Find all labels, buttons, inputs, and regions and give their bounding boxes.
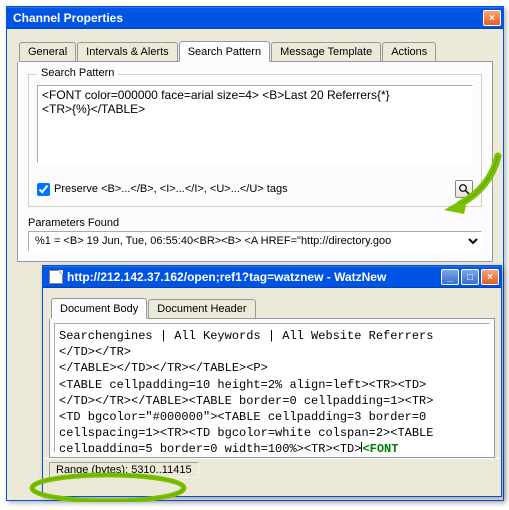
tab-general[interactable]: General [19,42,76,61]
tab-message-template[interactable]: Message Template [271,42,381,61]
magnify-button[interactable] [455,180,473,198]
tab-document-body[interactable]: Document Body [51,298,147,319]
tab-search-pattern[interactable]: Search Pattern [179,41,270,62]
body-prefix: Searchengines | All Keywords | All Websi… [59,329,433,453]
preserve-tags-checkbox[interactable] [37,183,50,196]
watznew-window: http://212.142.37.162/open;ref1?tag=watz… [42,265,502,497]
page-icon [49,270,63,284]
tab-intervals[interactable]: Intervals & Alerts [77,42,178,61]
window-title-text: http://212.142.37.162/open;ref1?tag=watz… [67,270,386,284]
titlebar: Channel Properties × [7,7,503,29]
close-button[interactable]: × [481,269,499,285]
parameters-dropdown[interactable]: %1 = <B> 19 Jun, Tue, 06:55:40<BR><B> <A… [28,231,482,251]
fieldset-legend: Search Pattern [37,67,118,79]
tab-row: General Intervals & Alerts Search Patter… [19,41,493,62]
tab-row-2: Document Body Document Header [51,298,495,319]
status-bar: Range (bytes): 5310..11415 [43,458,501,481]
search-pattern-fieldset: Search Pattern <FONT color=000000 face=a… [28,74,482,207]
minimize-button[interactable]: _ [441,269,459,285]
maximize-button[interactable]: □ [461,269,479,285]
range-status: Range (bytes): 5310..11415 [49,462,199,478]
pattern-textarea[interactable]: <FONT color=000000 face=arial size=4> <B… [37,85,473,163]
tab-document-header[interactable]: Document Header [148,299,255,318]
document-body-text[interactable]: Searchengines | All Keywords | All Websi… [54,323,490,453]
preserve-tags-text: Preserve <B>...</B>, <I>...</I>, <U>...<… [54,183,288,195]
preserve-tags-label[interactable]: Preserve <B>...</B>, <I>...</I>, <U>...<… [37,183,288,196]
close-button[interactable]: × [483,10,501,26]
search-icon [458,183,470,195]
parameters-found-label: Parameters Found [28,217,482,229]
window-title: Channel Properties [13,11,481,25]
window-title: http://212.142.37.162/open;ref1?tag=watz… [49,270,439,284]
tab-actions[interactable]: Actions [382,42,436,61]
titlebar: http://212.142.37.162/open;ref1?tag=watz… [43,266,501,288]
